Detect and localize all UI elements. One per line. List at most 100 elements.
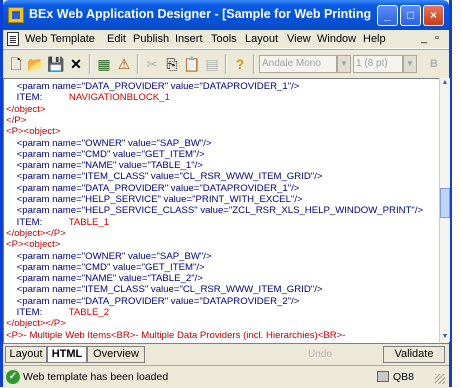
code-token: ITEM: xyxy=(6,307,43,318)
checkmark-icon: ✓ xyxy=(6,370,20,384)
code-token: <param name="ITEM_CLASS" value="CL_RSR_W… xyxy=(6,284,323,296)
toolbar-separator xyxy=(253,54,255,74)
paste-icon[interactable]: 📋 xyxy=(183,55,201,73)
code-line: </object></P> xyxy=(6,318,66,329)
close-button[interactable]: × xyxy=(423,5,444,26)
new-document-icon[interactable]: 🗋 xyxy=(7,55,25,73)
menu-tools[interactable]: Tools xyxy=(211,33,237,45)
status-bar: ✓ Web template has been loaded QB8 xyxy=(3,365,449,388)
title-bar[interactable]: BEx Web Application Designer - [Sample f… xyxy=(3,0,449,30)
code-line: <param name="HELP_SERVICE_CLASS" value="… xyxy=(6,205,423,216)
menu-help[interactable]: Help xyxy=(363,33,386,45)
menu-publish[interactable]: Publish xyxy=(133,33,169,45)
code-line: <param name="OWNER" value="SAP_BW"/> xyxy=(6,138,212,149)
menu-window[interactable]: Window xyxy=(317,33,356,45)
code-line: <param name="OWNER" value="SAP_BW"/> xyxy=(6,251,212,262)
menu-bar: Web Template Edit Publish Insert Tools L… xyxy=(3,30,449,49)
scroll-down-icon[interactable]: ▼ xyxy=(440,332,450,342)
undo-button[interactable]: Undo xyxy=(308,349,332,360)
menu-web-template[interactable]: Web Template xyxy=(25,33,95,45)
window-title: BEx Web Application Designer - [Sample f… xyxy=(29,7,374,21)
font-size-select[interactable]: 1 (8 pt) xyxy=(353,55,403,73)
font-name-dropdown-icon[interactable]: ▼ xyxy=(337,55,351,73)
document-icon[interactable] xyxy=(7,32,19,46)
code-line: <param name="NAME" value="TABLE_2"/> xyxy=(6,273,203,284)
font-size-dropdown-icon[interactable]: ▼ xyxy=(403,55,417,73)
code-token: <param name="DATA_PROVIDER" value="DATAP… xyxy=(6,182,300,194)
code-token: </object> xyxy=(6,103,46,115)
code-token: NAVIGATIONBLOCK_1 xyxy=(42,92,170,104)
maximize-button[interactable]: □ xyxy=(400,5,421,26)
validate-button[interactable]: Validate xyxy=(383,346,445,363)
toolbar-separator xyxy=(89,54,91,74)
help-icon[interactable]: ? xyxy=(231,55,249,73)
code-line: <P>- Multiple Web Items<BR>- Multiple Da… xyxy=(6,330,345,341)
resize-grip[interactable] xyxy=(435,374,445,384)
app-window: BEx Web Application Designer - [Sample f… xyxy=(0,0,452,388)
html-editor[interactable]: <param name="DATA_PROVIDER" value="DATAP… xyxy=(3,78,440,343)
code-line: <param name="CMD" value="GET_ITEM"/> xyxy=(6,149,205,160)
code-token: </P> xyxy=(6,114,27,126)
scroll-up-icon[interactable]: ▲ xyxy=(440,78,450,88)
save-icon[interactable]: 💾 xyxy=(47,55,65,73)
code-line: ITEM: TABLE_2 xyxy=(6,307,109,318)
code-line: <param name="DATA_PROVIDER" value="DATAP… xyxy=(6,182,300,194)
mdi-restore-button[interactable]: ▫ xyxy=(435,32,439,44)
delete-icon[interactable]: ✕ xyxy=(67,55,85,73)
code-token: <param name="CMD" value="GET_ITEM"/> xyxy=(6,148,205,160)
status-message: Web template has been loaded xyxy=(23,371,169,383)
code-token: <P><object> xyxy=(6,239,61,251)
tab-layout[interactable]: Layout xyxy=(5,346,47,363)
menu-insert[interactable]: Insert xyxy=(175,33,203,45)
toolbar-separator xyxy=(225,54,227,74)
code-token: ITEM: xyxy=(6,216,43,228)
system-icon xyxy=(377,371,389,382)
code-token: TABLE_1 xyxy=(42,216,110,228)
code-line: <P><object> xyxy=(6,126,60,137)
open-folder-icon[interactable]: 📂 xyxy=(27,55,45,73)
tab-html[interactable]: HTML xyxy=(47,346,87,363)
menu-view[interactable]: View xyxy=(287,33,311,45)
code-token: <param name="OWNER" value="SAP_BW"/> xyxy=(6,137,212,149)
code-token: <param name="ITEM_CLASS" value="CL_RSR_W… xyxy=(6,171,323,183)
code-line: <param name="CMD" value="GET_ITEM"/> xyxy=(6,262,205,273)
code-line: <param name="DATA_PROVIDER" value="DATAP… xyxy=(6,296,300,307)
code-token: <param name="DATA_PROVIDER" value="DATAP… xyxy=(6,81,300,92)
format-icon[interactable]: ▤ xyxy=(203,55,221,73)
bex-app-icon xyxy=(8,7,24,23)
font-name-select[interactable]: Andale Mono xyxy=(259,55,337,73)
view-tabs: Layout HTML Overview Undo Validate xyxy=(3,343,449,365)
cut-icon[interactable]: ✂ xyxy=(143,55,161,73)
item-wizard-icon[interactable]: ▦ xyxy=(95,55,113,73)
menu-edit[interactable]: Edit xyxy=(107,33,126,45)
toolbar: 🗋 📂 💾 ✕ ▦ ⚠ ✂ ⎘ 📋 ▤ ? Andale Mono ▼ 1 (8… xyxy=(3,49,449,79)
vertical-scrollbar[interactable]: ▲ ▼ xyxy=(439,78,450,342)
code-token: <param name="NAME" value="TABLE_1"/> xyxy=(6,160,203,172)
mdi-minimize-button[interactable]: _ xyxy=(421,32,427,44)
bold-icon[interactable]: B xyxy=(425,55,443,73)
code-line: <param name="ITEM_CLASS" value="CL_RSR_W… xyxy=(6,171,323,183)
code-token: <param name="HELP_SERVICE" value="PRINT_… xyxy=(6,194,303,205)
code-line: <param name="HELP_SERVICE" value="PRINT_… xyxy=(6,194,303,205)
properties-icon[interactable]: ⚠ xyxy=(115,55,133,73)
code-token: <param name="OWNER" value="SAP_BW"/> xyxy=(6,250,212,262)
code-token: <param name="NAME" value="TABLE_2"/> xyxy=(6,273,203,285)
code-line: <param name="DATA_PROVIDER" value="DATAP… xyxy=(6,81,300,92)
code-line: ITEM: TABLE_1 xyxy=(6,217,109,228)
code-line: </P> xyxy=(6,115,26,126)
code-line: <param name="ITEM_CLASS" value="CL_RSR_W… xyxy=(6,284,323,296)
code-token: <param name="HELP_SERVICE_CLASS" value="… xyxy=(6,205,424,217)
code-token: <P><object> xyxy=(6,126,61,138)
copy-icon[interactable]: ⎘ xyxy=(163,55,181,73)
code-line: </object></P> xyxy=(6,228,66,239)
code-line: <P><object> xyxy=(6,239,60,250)
code-line: ITEM: NAVIGATIONBLOCK_1 xyxy=(6,92,170,103)
code-token: <param name="CMD" value="GET_ITEM"/> xyxy=(6,261,205,273)
code-token: <P>- Multiple Web Items<BR>- Multiple Da… xyxy=(6,329,346,341)
menu-layout[interactable]: Layout xyxy=(245,33,278,45)
code-line: </object> xyxy=(6,104,45,115)
tab-overview[interactable]: Overview xyxy=(87,346,145,363)
scroll-thumb[interactable] xyxy=(440,188,450,218)
minimize-button[interactable]: _ xyxy=(377,5,398,26)
code-line: <param name="NAME" value="TABLE_1"/> xyxy=(6,160,203,171)
